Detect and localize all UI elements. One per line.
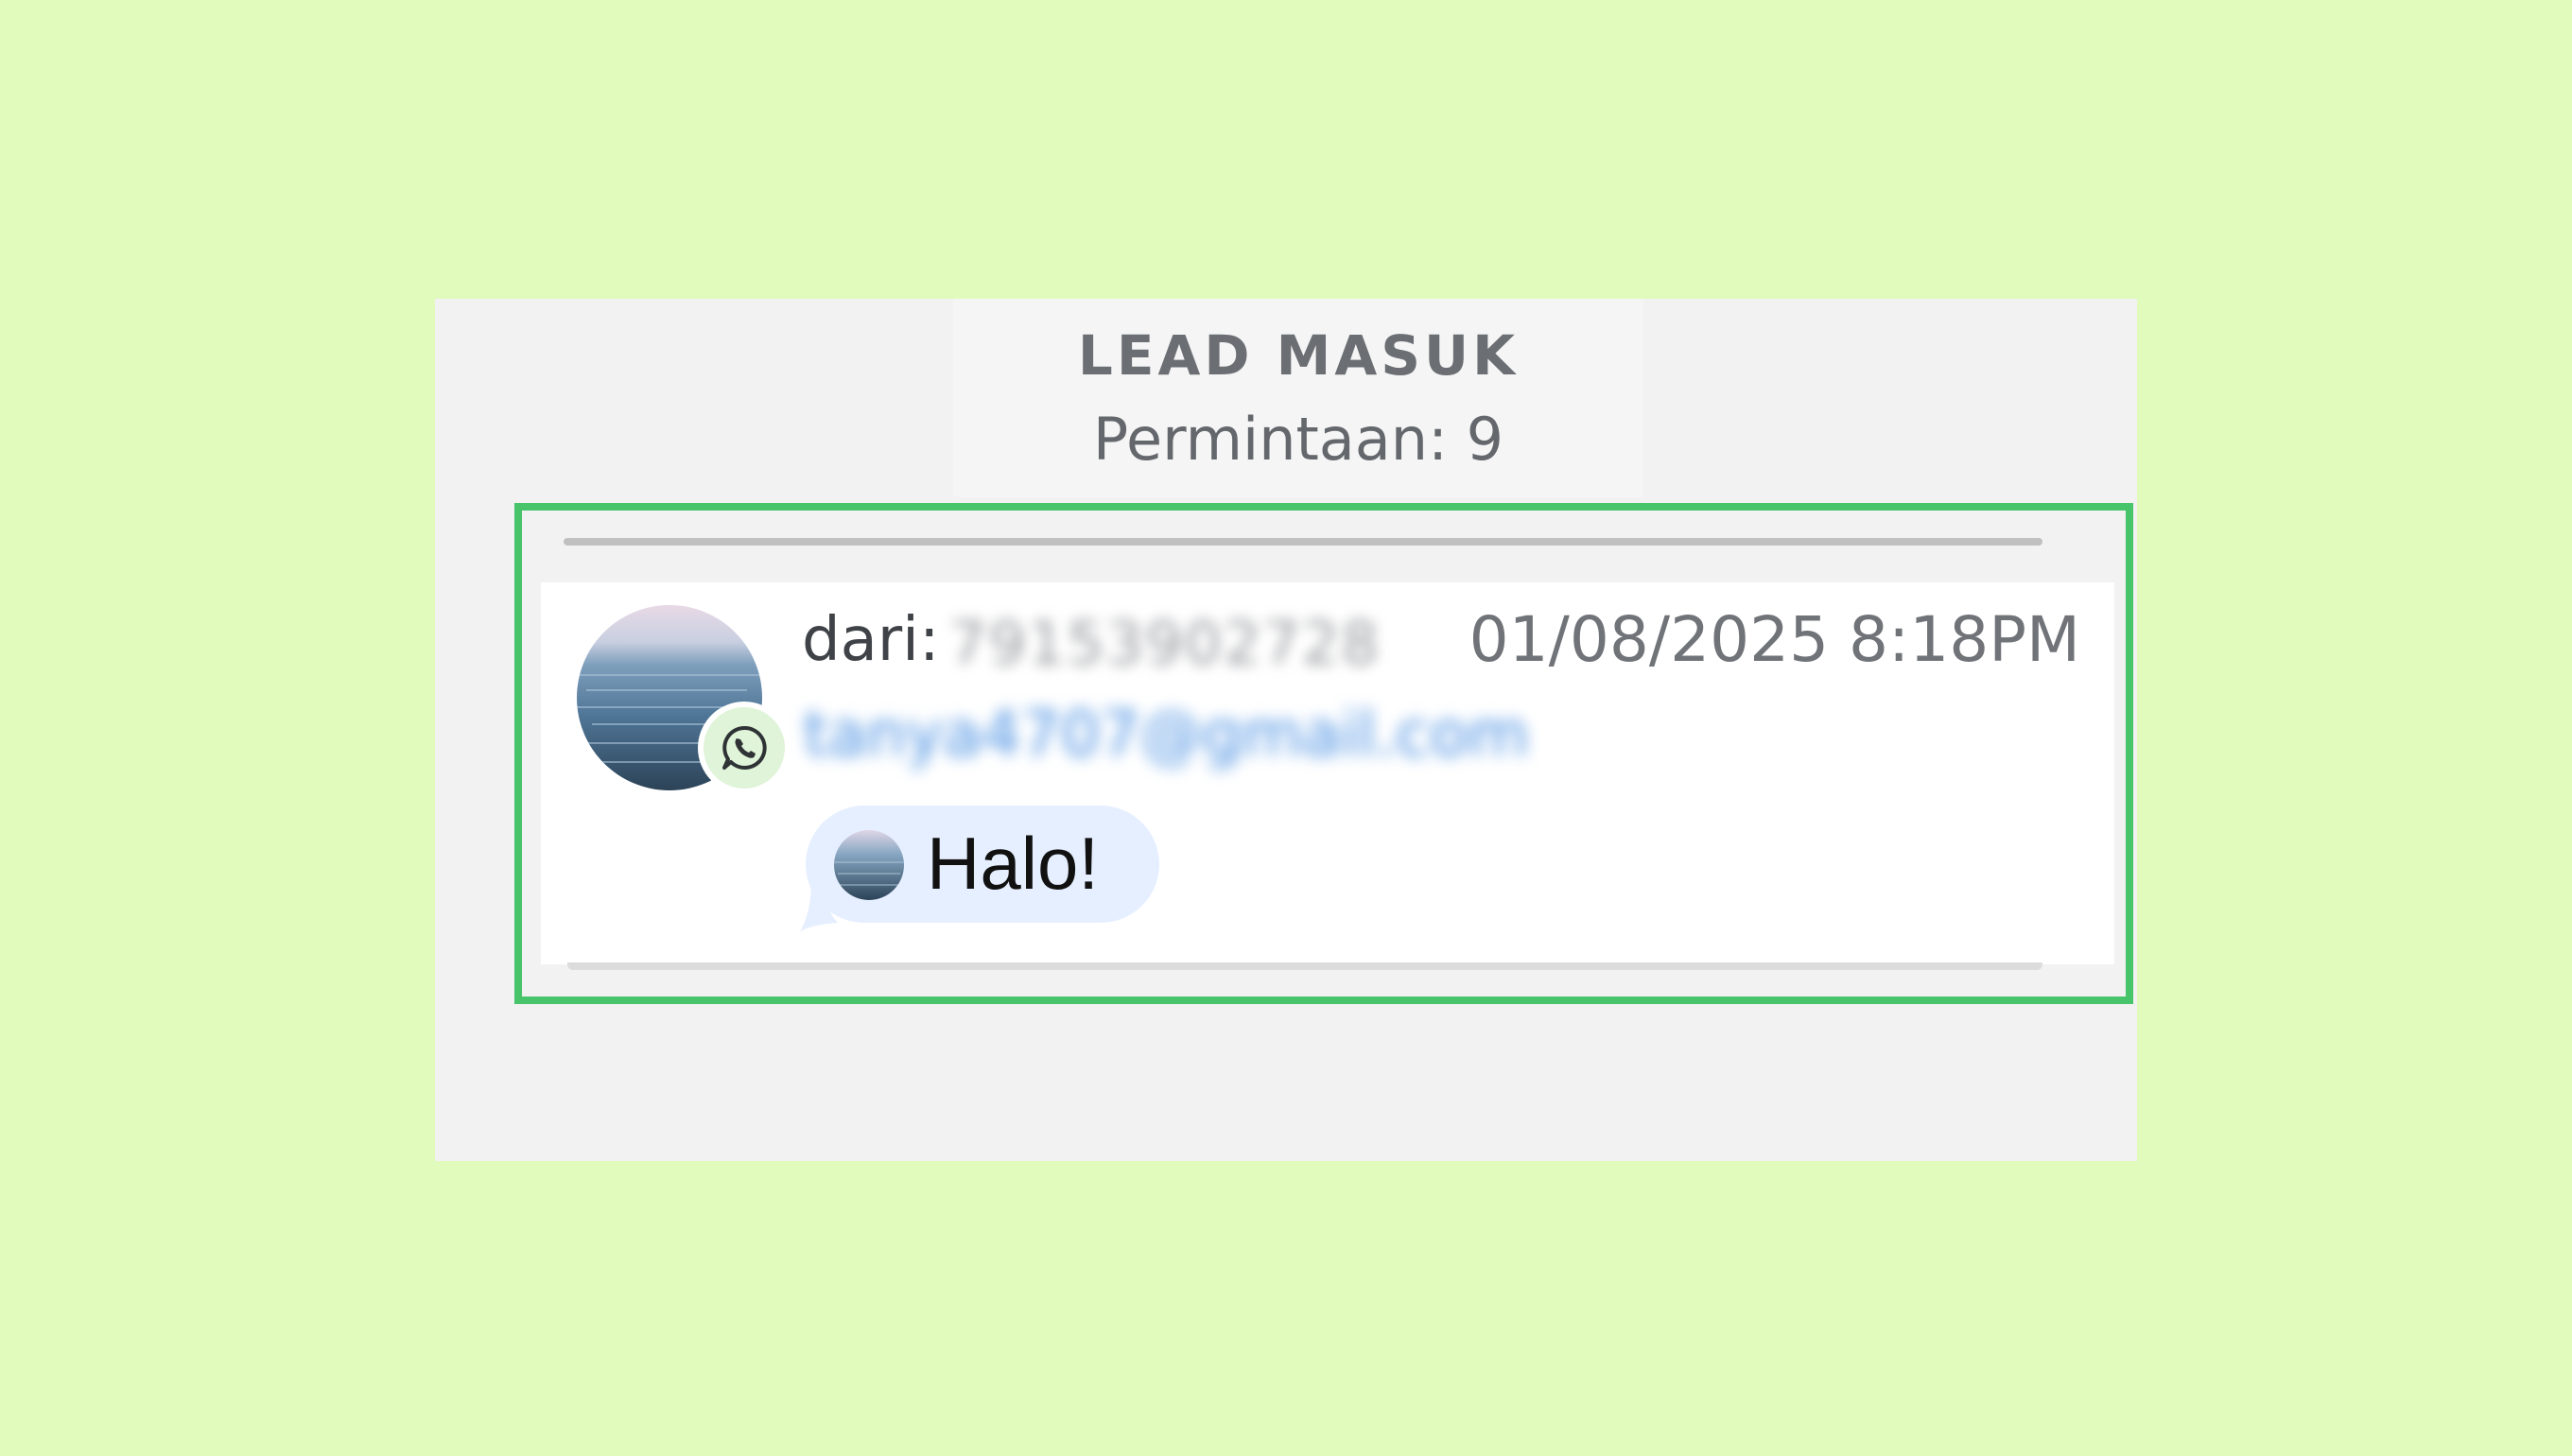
panel-header: LEAD MASUK Permintaan: 9 xyxy=(953,299,1643,497)
highlight-frame xyxy=(514,503,2133,1004)
request-count: Permintaan: 9 xyxy=(1092,405,1504,474)
panel-title: LEAD MASUK xyxy=(1077,323,1520,388)
stage: LEAD MASUK Permintaan: 9 dari: 791539027… xyxy=(0,0,2572,1456)
